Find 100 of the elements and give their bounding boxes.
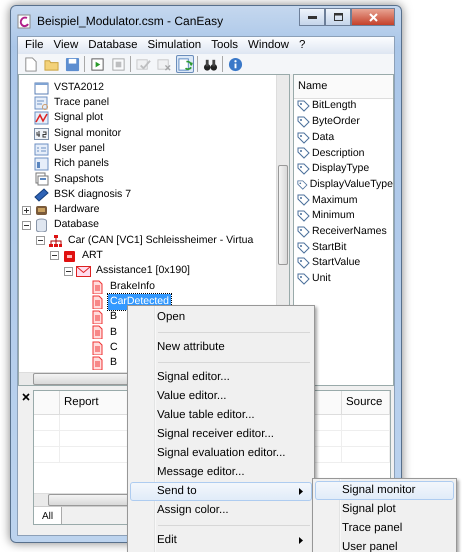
document-stack-icon bbox=[34, 172, 49, 186]
menu-item[interactable]: Signal monitor bbox=[315, 481, 454, 500]
envelope-icon bbox=[76, 264, 91, 278]
collapse-icon[interactable] bbox=[64, 266, 73, 276]
attribute-item[interactable]: Maximum bbox=[312, 192, 358, 208]
attribute-item[interactable]: DisplayType bbox=[312, 161, 370, 177]
tree-item[interactable]: VSTA2012 bbox=[52, 80, 106, 96]
menu-item[interactable]: Signal editor... bbox=[130, 368, 312, 387]
tree-item[interactable]: BSK diagnosis 7 bbox=[52, 186, 134, 203]
display-icon bbox=[34, 126, 49, 141]
attribute-item[interactable]: Data bbox=[312, 130, 334, 146]
menu-item[interactable]: User panel bbox=[315, 538, 454, 552]
tree-item[interactable]: Hardware bbox=[52, 202, 102, 218]
menu-item[interactable]: Trace panel bbox=[315, 519, 454, 538]
maximize-icon bbox=[334, 13, 342, 21]
tree-item[interactable]: Car (CAN [VC1] Schleissheimer - Virtua bbox=[66, 232, 256, 248]
network-icon bbox=[48, 234, 63, 248]
tree-item[interactable]: Trace panel bbox=[52, 95, 112, 111]
save-icon bbox=[64, 56, 80, 72]
app-icon bbox=[17, 14, 31, 28]
expand-icon[interactable] bbox=[22, 206, 31, 215]
tree-item[interactable]: Rich panels bbox=[52, 156, 111, 172]
menu-item[interactable]: Simulation bbox=[142, 36, 206, 54]
tag-icon bbox=[297, 132, 310, 144]
column-header[interactable]: Name bbox=[294, 75, 393, 98]
tag-icon bbox=[297, 210, 310, 222]
tree-item[interactable]: ART bbox=[80, 248, 105, 264]
collapse-icon[interactable] bbox=[36, 236, 45, 246]
play-icon bbox=[90, 56, 104, 72]
attribute-item[interactable]: StartBit bbox=[312, 240, 346, 256]
tag-icon bbox=[297, 147, 310, 160]
attribute-item[interactable]: ByteOrder bbox=[312, 114, 360, 130]
document-icon bbox=[90, 340, 105, 355]
menu-item[interactable]: Open bbox=[130, 308, 312, 327]
attribute-item[interactable]: Description bbox=[312, 146, 365, 162]
column-header[interactable]: Source bbox=[342, 391, 390, 414]
menu-item[interactable]: Signal receiver editor... bbox=[130, 425, 312, 444]
panel-icon bbox=[34, 142, 49, 156]
tree-item[interactable]: B bbox=[108, 309, 120, 325]
collapse-icon[interactable] bbox=[22, 220, 31, 230]
submenu-arrow-icon bbox=[299, 537, 303, 544]
tag-icon bbox=[297, 163, 310, 176]
tree-item[interactable]: User panel bbox=[52, 140, 107, 157]
menu-item[interactable]: Signal evaluation editor... bbox=[130, 444, 312, 463]
tag-icon bbox=[297, 226, 310, 238]
tag-icon bbox=[297, 194, 310, 206]
tag-icon bbox=[297, 272, 310, 285]
attribute-item[interactable]: BitLength bbox=[312, 98, 356, 114]
attribute-item[interactable]: Minimum bbox=[312, 208, 355, 224]
menu-item[interactable]: Value table editor... bbox=[130, 406, 312, 425]
minimize-button[interactable] bbox=[299, 8, 325, 26]
menu-item[interactable]: Edit bbox=[130, 531, 312, 550]
close-icon[interactable] bbox=[21, 393, 31, 401]
database-icon bbox=[34, 218, 49, 232]
info-icon bbox=[228, 56, 242, 72]
close-button[interactable] bbox=[351, 8, 395, 26]
tag-icon bbox=[297, 242, 310, 254]
collapse-icon[interactable] bbox=[50, 251, 59, 260]
menu-item[interactable]: Assign color... bbox=[130, 501, 312, 520]
trace-panel-icon bbox=[34, 96, 49, 110]
submenu-arrow-icon bbox=[299, 488, 303, 495]
window-icon bbox=[34, 80, 49, 95]
tree-item[interactable]: C bbox=[108, 340, 120, 356]
tree-item[interactable]: Signal monitor bbox=[52, 126, 124, 142]
maximize-button[interactable] bbox=[325, 8, 351, 26]
new-file-icon bbox=[22, 56, 38, 72]
document-icon bbox=[90, 310, 105, 324]
stop-icon bbox=[110, 56, 126, 72]
refresh-icon bbox=[178, 56, 192, 72]
menu-item[interactable]: Value editor... bbox=[130, 387, 312, 406]
minimize-icon bbox=[308, 16, 316, 18]
tree-item[interactable]: Assistance1 [0x190] bbox=[94, 263, 192, 280]
tree-item[interactable]: Signal plot bbox=[52, 110, 106, 126]
tag-icon bbox=[297, 178, 308, 191]
close-icon bbox=[368, 12, 378, 22]
menu-item[interactable]: Tools bbox=[206, 36, 244, 54]
tab[interactable]: All bbox=[34, 507, 62, 524]
tag-icon bbox=[297, 257, 310, 270]
attribute-item[interactable]: DisplayValueType bbox=[310, 176, 393, 193]
menu-item[interactable]: Send to bbox=[130, 482, 312, 501]
attribute-item[interactable]: StartValue bbox=[312, 255, 360, 272]
attribute-item[interactable]: Unit bbox=[312, 271, 331, 287]
tree-item[interactable]: B bbox=[108, 324, 120, 340]
tree-item[interactable]: Database bbox=[52, 217, 101, 234]
menu-item[interactable]: Window bbox=[243, 36, 294, 54]
tree-item[interactable]: Snapshots bbox=[52, 172, 106, 188]
menu-item[interactable]: ? bbox=[294, 36, 310, 54]
menu-item[interactable]: View bbox=[48, 36, 84, 54]
menu-item[interactable]: New attribute bbox=[130, 338, 312, 357]
document-icon bbox=[90, 280, 105, 294]
menu-item[interactable]: File bbox=[20, 36, 49, 54]
document-icon bbox=[90, 325, 105, 340]
tree-item[interactable]: BrakeInfo bbox=[108, 278, 157, 294]
tag-icon bbox=[297, 116, 310, 128]
document-icon bbox=[90, 356, 105, 370]
menu-item[interactable]: Signal plot bbox=[315, 500, 454, 519]
menu-item[interactable]: Database bbox=[83, 36, 142, 54]
attribute-item[interactable]: ReceiverNames bbox=[312, 224, 387, 240]
tree-item[interactable]: B bbox=[108, 355, 120, 371]
menu-item[interactable]: Message editor... bbox=[130, 463, 312, 482]
